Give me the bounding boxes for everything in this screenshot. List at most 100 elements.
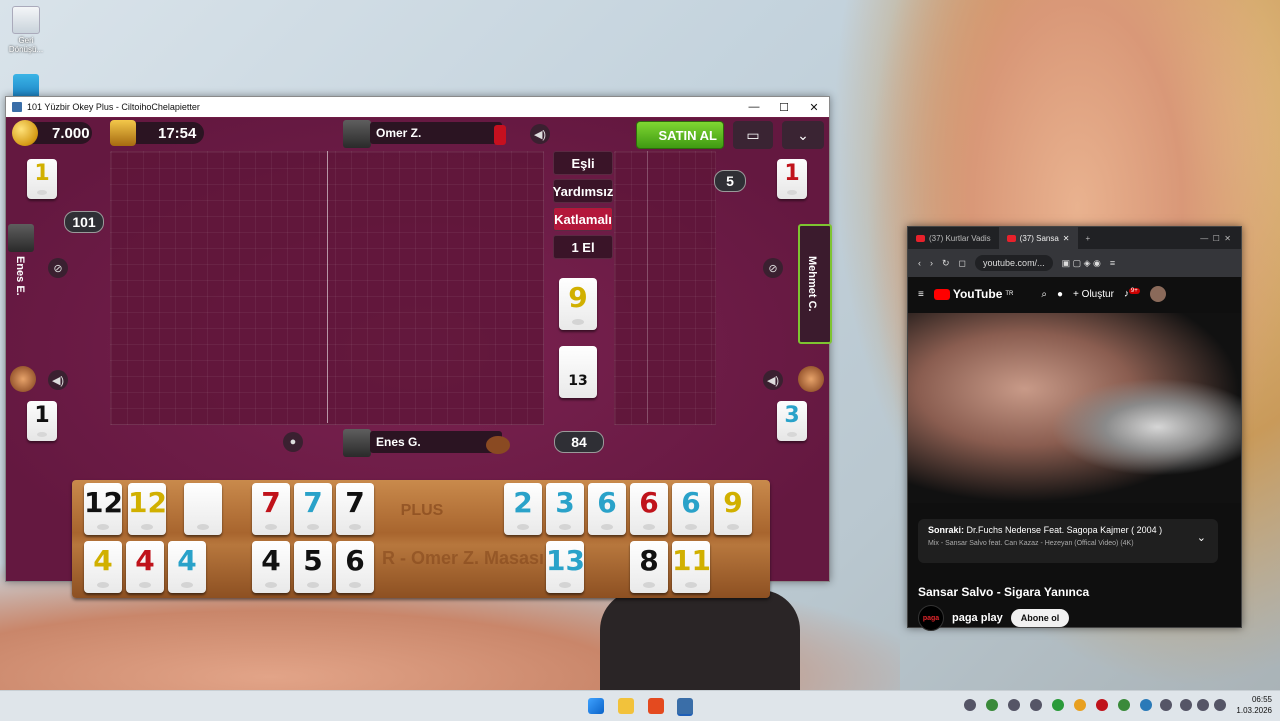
left-player-mute-icon[interactable]: ⊘: [48, 258, 68, 278]
rack-tile[interactable]: 4: [252, 541, 290, 593]
system-clock[interactable]: 06:55 1.03.2026: [1236, 694, 1272, 716]
microphone-icon[interactable]: ●: [283, 432, 303, 452]
browser-window-controls[interactable]: — ☐ ✕: [1200, 234, 1231, 243]
video-player[interactable]: [908, 313, 1241, 503]
rack-tile[interactable]: 7: [294, 483, 332, 535]
extensions-icons[interactable]: ▣ ▢ ◈ ◉: [1062, 258, 1101, 269]
voice-search-icon[interactable]: ●: [1057, 289, 1063, 300]
treasure-chest-icon: [110, 120, 136, 146]
left-player-avatar[interactable]: [8, 224, 34, 252]
tray-icon[interactable]: [1160, 699, 1172, 711]
rack-tile[interactable]: 6: [588, 483, 626, 535]
bottom-player-avatar[interactable]: [343, 429, 371, 457]
rack-tile[interactable]: 13: [546, 541, 585, 593]
right-player-mute-icon[interactable]: ⊘: [763, 258, 783, 278]
rack-tile[interactable]: 4: [126, 541, 164, 593]
tray-icon[interactable]: [1052, 699, 1064, 711]
left-discard-bottom-tile: 1: [27, 401, 57, 441]
rack-tile[interactable]: 9: [714, 483, 752, 535]
rack-tile[interactable]: 5: [294, 541, 332, 593]
tray-icon[interactable]: [1030, 699, 1042, 711]
rack-tile-value: 2: [513, 486, 533, 519]
reload-icon[interactable]: ↻: [942, 258, 950, 269]
left-player-character-icon: [10, 366, 36, 392]
search-icon[interactable]: ⌕: [1041, 289, 1047, 300]
rack-tile[interactable]: [184, 483, 222, 535]
game-board: 7.000 17:54 Omer Z. ◀) SATIN AL ▭ ⌄ Eşli…: [6, 118, 832, 598]
channel-name[interactable]: paga play: [952, 612, 1003, 624]
left-speaker-icon[interactable]: ◀): [48, 370, 68, 390]
sound-icon[interactable]: ◀): [530, 124, 550, 144]
back-icon[interactable]: ‹: [918, 258, 921, 268]
rack-tile[interactable]: 8: [630, 541, 668, 593]
bookmark-icon[interactable]: ◻: [959, 258, 966, 269]
taskbar: 06:55 1.03.2026: [0, 690, 1280, 721]
tray-icon[interactable]: [1008, 699, 1020, 711]
volume-icon[interactable]: [1197, 699, 1209, 711]
rack-tile[interactable]: 6: [336, 541, 374, 593]
rack-tile[interactable]: 4: [84, 541, 122, 593]
rack-tile[interactable]: 6: [630, 483, 668, 535]
rack-tile-value: 4: [261, 544, 281, 577]
notifications-icon[interactable]: ♪ 9+: [1124, 288, 1140, 300]
hamburger-icon[interactable]: ≡: [918, 289, 924, 300]
chevron-down-icon[interactable]: ⌄: [1197, 531, 1206, 544]
browser-address-bar: ‹ › ↻ ◻ youtube.com/... ▣ ▢ ◈ ◉ ≡: [908, 249, 1241, 277]
minimize-button[interactable]: —: [739, 101, 769, 114]
game-app-icon: [12, 102, 22, 112]
new-tab-button[interactable]: +: [1086, 234, 1091, 243]
rack-tile[interactable]: 12: [128, 483, 167, 535]
brave-browser-icon[interactable]: [648, 698, 664, 714]
rack-tile[interactable]: 7: [252, 483, 290, 535]
top-player-avatar[interactable]: [343, 120, 371, 148]
account-avatar[interactable]: [1149, 286, 1166, 302]
chat-icon: ▭: [746, 126, 760, 143]
browser-menu-icon[interactable]: ≡: [1110, 258, 1115, 268]
url-field[interactable]: youtube.com/...: [975, 255, 1053, 271]
browser-window: (37) Kurtlar Vadis (37) Sansa ✕ + — ☐ ✕ ‹…: [907, 226, 1242, 631]
start-menu-icon[interactable]: [588, 698, 604, 714]
chat-button[interactable]: ▭: [733, 121, 773, 149]
desktop-icon-recycle-bin[interactable]: Geri Dönüşü...: [8, 6, 44, 54]
file-explorer-icon[interactable]: [618, 698, 634, 714]
tray-icon[interactable]: [1140, 699, 1152, 711]
rack-tile[interactable]: 12: [84, 483, 123, 535]
game-titlebar[interactable]: 101 Yüzbir Okey Plus - CiltoihoChelapiet…: [6, 97, 829, 117]
close-button[interactable]: ✕: [799, 101, 829, 114]
up-next-panel[interactable]: Sonraki: Dr.Fuchs Nedense Feat. Sagopa K…: [918, 519, 1218, 563]
rack-tile[interactable]: 7: [336, 483, 374, 535]
channel-avatar[interactable]: paga: [918, 605, 944, 631]
browser-tab-2[interactable]: (37) Sansa ✕: [998, 227, 1078, 249]
tray-icon[interactable]: [1118, 699, 1130, 711]
network-icon[interactable]: [1180, 699, 1192, 711]
browser-tabstrip: (37) Kurtlar Vadis (37) Sansa ✕ + — ☐ ✕: [908, 227, 1241, 249]
battery-icon[interactable]: [1214, 699, 1226, 711]
rack-tile[interactable]: 11: [672, 541, 711, 593]
okey-game-taskbar-icon[interactable]: [677, 698, 693, 716]
rack-tile[interactable]: 2: [504, 483, 542, 535]
rack-tile-value: 4: [135, 544, 155, 577]
rack-tile[interactable]: 6: [672, 483, 710, 535]
recycle-bin-label: Geri Dönüşü...: [8, 36, 44, 54]
youtube-logo[interactable]: YouTube TR: [933, 287, 1013, 301]
create-button[interactable]: + Oluştur: [1073, 289, 1114, 300]
draw-pile-tile[interactable]: 13: [559, 346, 597, 398]
menu-dropdown-button[interactable]: ⌄: [782, 121, 824, 149]
buy-button[interactable]: SATIN AL: [636, 121, 724, 149]
rack-tile[interactable]: 4: [168, 541, 206, 593]
browser-tab-1[interactable]: (37) Kurtlar Vadis: [908, 227, 999, 249]
tray-icon[interactable]: [1096, 699, 1108, 711]
rack-tile[interactable]: 3: [546, 483, 584, 535]
forward-icon[interactable]: ›: [930, 258, 933, 268]
up-next-label: Sonraki:: [928, 525, 965, 535]
tray-icon[interactable]: [986, 699, 998, 711]
maximize-button[interactable]: ☐: [769, 101, 799, 114]
gold-coin-icon: [12, 120, 38, 146]
tab-close-icon[interactable]: ✕: [1063, 234, 1070, 243]
right-speaker-icon[interactable]: ◀): [763, 370, 783, 390]
tray-icon[interactable]: [964, 699, 976, 711]
indicator-tile: 9: [559, 278, 597, 330]
subscribe-button[interactable]: Abone ol: [1010, 609, 1070, 627]
tray-icon[interactable]: [1074, 699, 1086, 711]
timer-display: 17:54: [110, 120, 204, 146]
